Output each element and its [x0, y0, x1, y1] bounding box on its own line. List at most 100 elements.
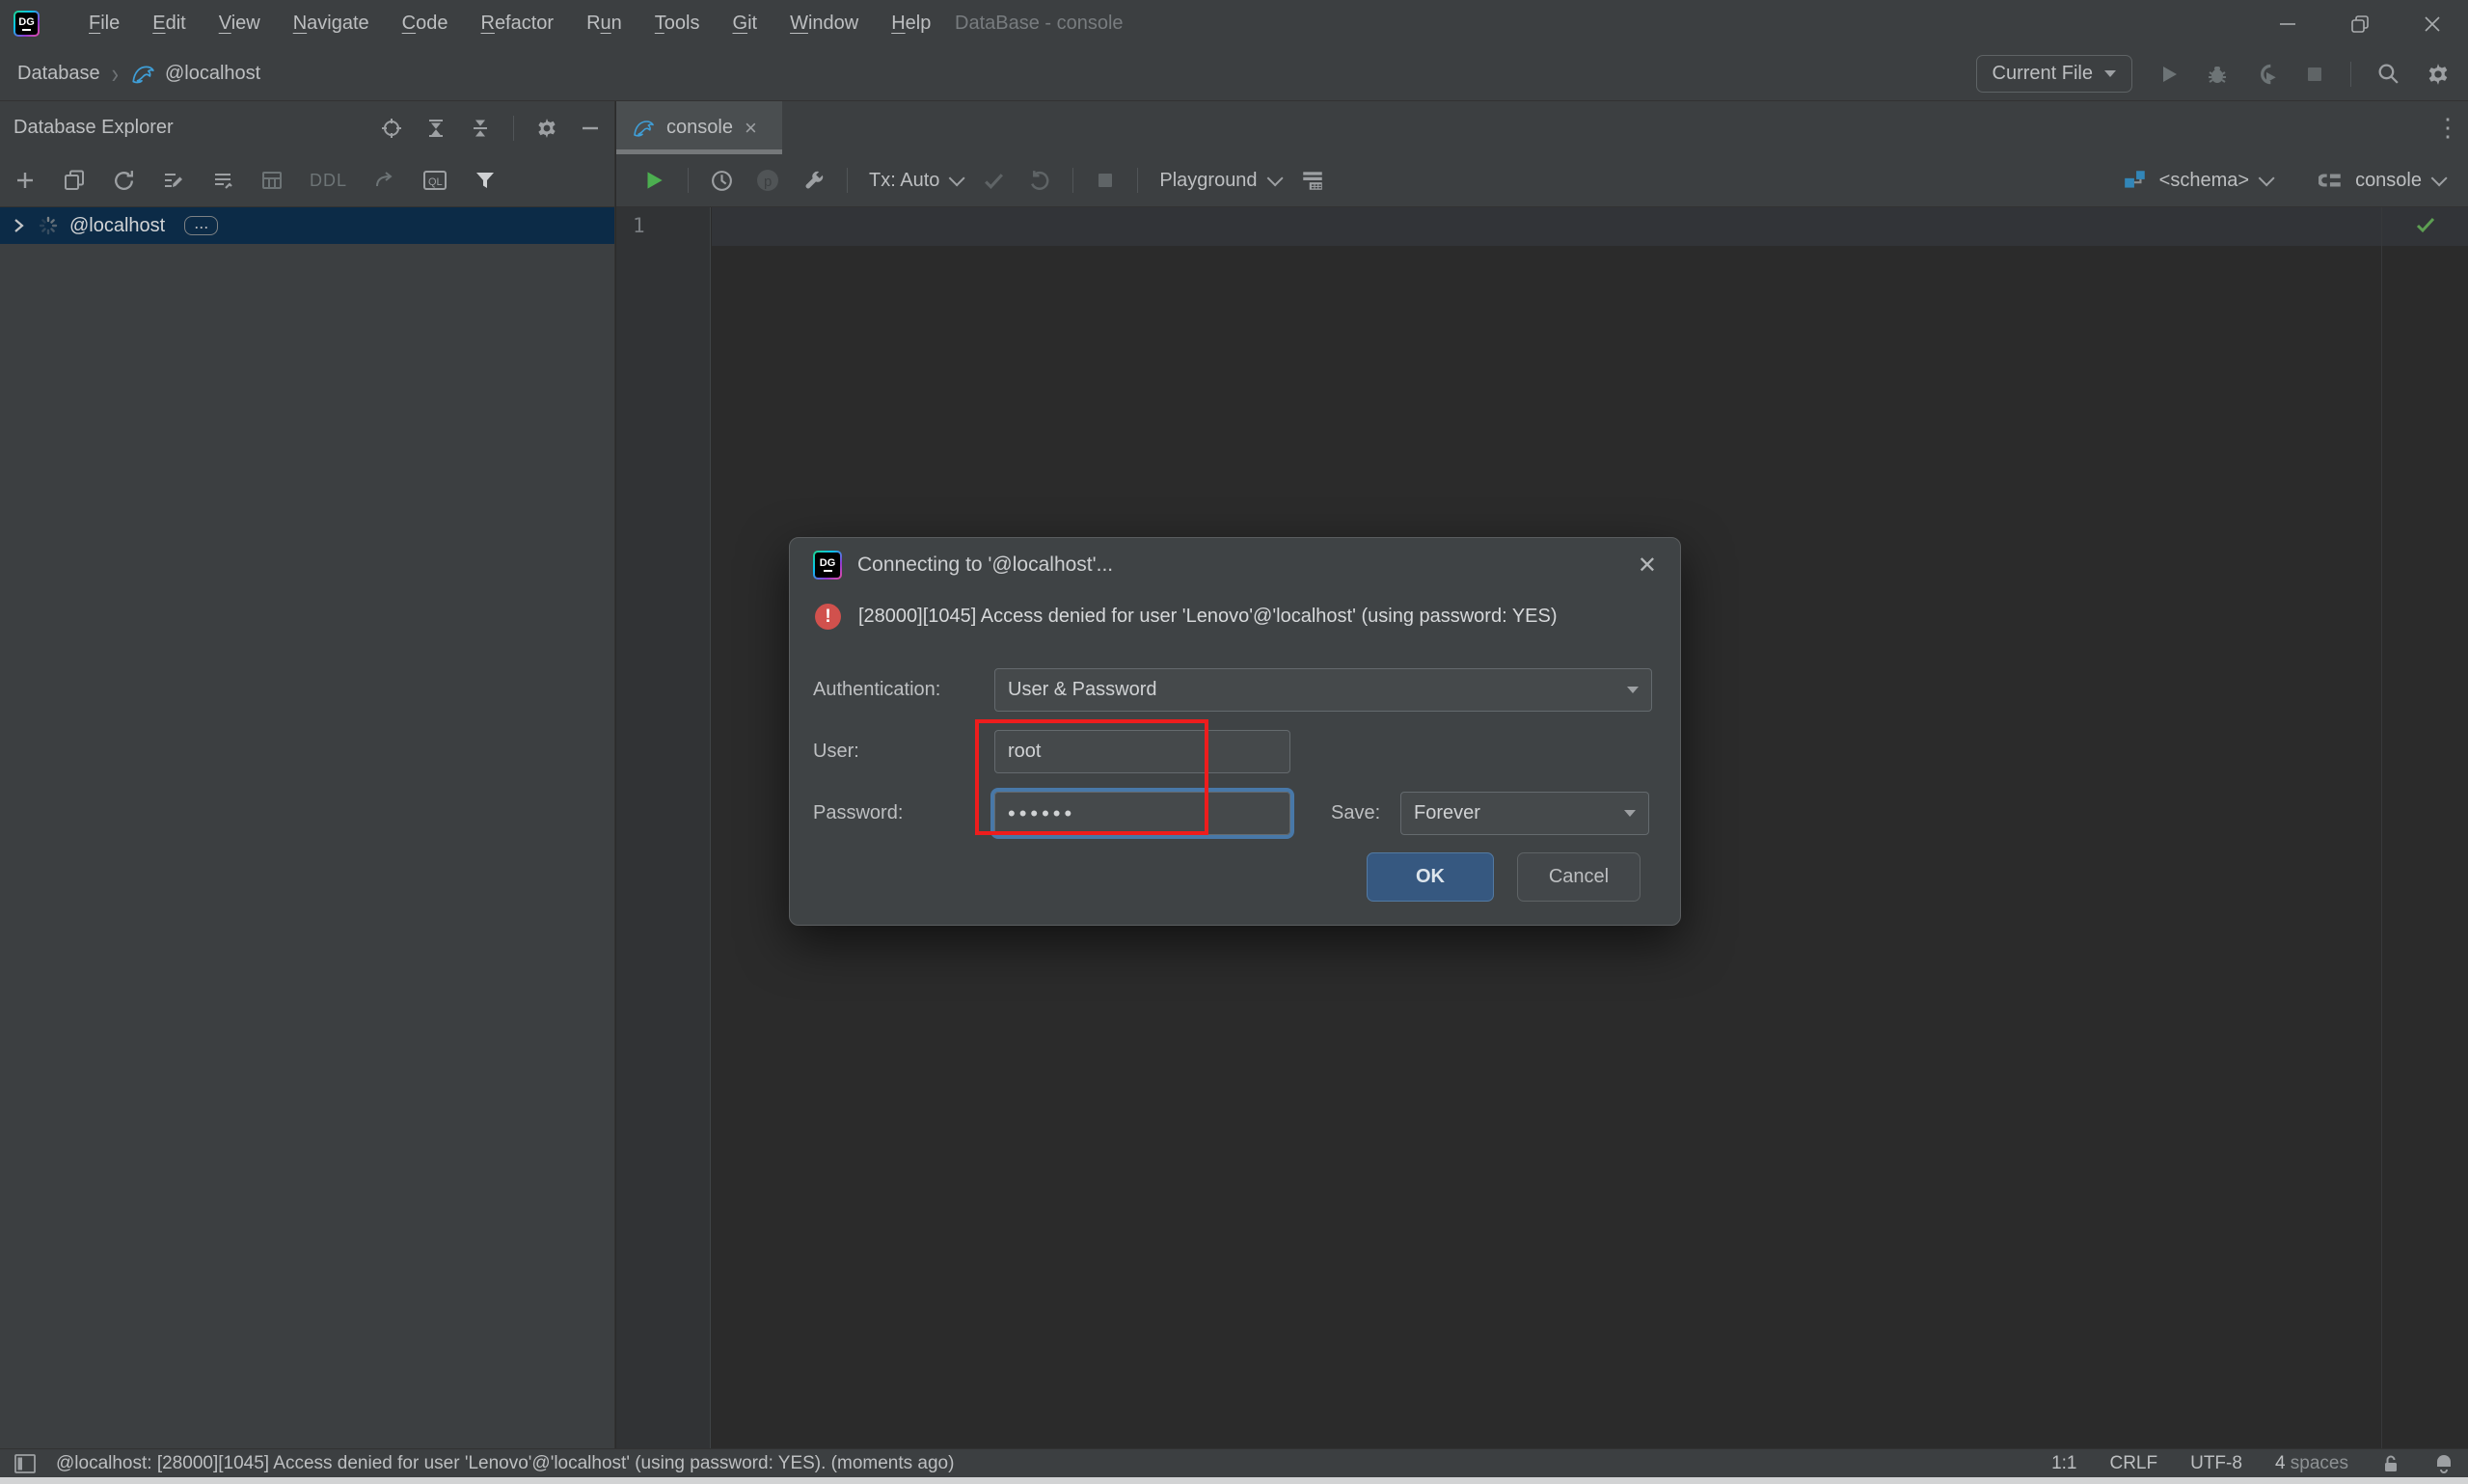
indent-unit: spaces [2291, 1453, 2348, 1473]
line-separator-widget[interactable]: CRLF [2109, 1453, 2157, 1474]
status-message[interactable]: @localhost: [28000][1045] Access denied … [56, 1453, 954, 1474]
restore-icon[interactable] [2323, 0, 2396, 47]
submit-changes-icon[interactable] [211, 169, 234, 192]
indent-widget[interactable]: 4 spaces [2275, 1453, 2348, 1474]
menu-file[interactable]: File [72, 7, 136, 40]
history-clock-icon[interactable] [710, 169, 734, 193]
debug-bug-icon[interactable] [2206, 63, 2229, 86]
query-console-icon[interactable]: QL [422, 169, 447, 192]
toolbar-separator [688, 168, 689, 193]
execute-icon[interactable] [641, 168, 666, 193]
tree-item-localhost[interactable]: @localhost ... [0, 207, 614, 244]
toolbar-separator [847, 168, 848, 193]
tab-options-kebab-icon[interactable]: ⋮ [2435, 101, 2460, 154]
commit-icon [982, 169, 1006, 193]
caret-position-widget[interactable]: 1:1 [2051, 1453, 2076, 1474]
explorer-header: Database Explorer [0, 101, 614, 154]
chevron-down-icon [1266, 170, 1283, 186]
menu-view[interactable]: View [203, 7, 277, 40]
cancel-button[interactable]: Cancel [1517, 852, 1641, 902]
explorer-toolbar: DDL QL [0, 154, 614, 207]
locate-object-icon[interactable] [380, 117, 403, 140]
save-select[interactable]: Forever [1400, 792, 1649, 835]
menu-git[interactable]: Git [717, 7, 774, 40]
collapse-all-icon[interactable] [469, 117, 492, 140]
refresh-icon[interactable] [112, 169, 136, 193]
close-tab-icon[interactable]: × [745, 116, 757, 141]
run-with-coverage-icon[interactable] [2254, 62, 2279, 87]
menu-run[interactable]: Run [570, 7, 638, 40]
run-configuration-label: Current File [1993, 63, 2093, 85]
run-icon[interactable] [2157, 63, 2181, 86]
new-item-icon[interactable] [14, 169, 37, 192]
tab-console[interactable]: console × [616, 101, 782, 154]
toolbar-separator [1137, 168, 1138, 193]
chevron-down-icon [2104, 70, 2116, 77]
line-number: 1 [633, 214, 645, 237]
svg-text:p: p [764, 174, 772, 190]
editor-gutter: 1 [616, 207, 711, 1448]
ok-button[interactable]: OK [1367, 852, 1494, 902]
menu-help[interactable]: Help [875, 7, 947, 40]
menu-code[interactable]: Code [386, 7, 465, 40]
explorer-settings-gear-icon[interactable] [535, 117, 558, 140]
menu-edit[interactable]: Edit [136, 7, 202, 40]
filter-icon[interactable] [474, 169, 497, 192]
close-window-icon[interactable] [2396, 0, 2468, 47]
menu-refactor[interactable]: Refactor [464, 7, 570, 40]
schema-select[interactable]: <schema> [2159, 170, 2270, 192]
right-margin-guide [2381, 207, 2382, 1448]
playground-select[interactable]: Playground [1159, 170, 1278, 192]
run-configuration-select[interactable]: Current File [1976, 55, 2132, 93]
menu-navigate[interactable]: Navigate [277, 7, 386, 40]
minimize-icon[interactable] [2251, 0, 2323, 47]
save-value: Forever [1414, 802, 1480, 824]
output-layout-icon[interactable] [1300, 168, 1325, 193]
indent-size: 4 [2275, 1453, 2286, 1473]
toolbar-separator [513, 116, 514, 141]
window-title: DataBase - console [955, 0, 1124, 47]
tree-item-label: @localhost [69, 215, 165, 237]
session-console-icon [2319, 168, 2344, 193]
modify-object-icon[interactable] [162, 169, 185, 192]
database-explorer-panel: Database Explorer [0, 101, 615, 1448]
hide-panel-icon[interactable] [580, 118, 601, 139]
settings-gear-icon[interactable] [2426, 62, 2451, 87]
chevron-right-icon[interactable] [10, 217, 27, 234]
datagrip-logo-icon: DG [14, 11, 40, 37]
tool-window-layout-icon[interactable] [14, 1453, 37, 1474]
dialog-close-icon[interactable]: ✕ [1638, 552, 1657, 580]
session-select[interactable]: console [2355, 170, 2443, 192]
toolbar-separator [1072, 168, 1073, 193]
window-controls [2251, 0, 2468, 47]
menu-window[interactable]: Window [773, 7, 875, 40]
active-tab-underline [616, 149, 782, 154]
jump-to-console-icon [373, 169, 396, 192]
chevron-down-icon [1627, 687, 1639, 693]
table-view-icon [260, 169, 284, 192]
title-bar: DG FileEditViewNavigateCodeRefactorRunTo… [0, 0, 2468, 47]
dialog-header[interactable]: DG Connecting to '@localhost'... ✕ [790, 538, 1680, 592]
mysql-dolphin-icon [632, 117, 655, 140]
error-message: [28000][1045] Access denied for user 'Le… [858, 606, 1558, 628]
breadcrumb-database[interactable]: Database [17, 63, 100, 85]
rollback-icon [1027, 169, 1051, 193]
breadcrumb-localhost[interactable]: @localhost [165, 63, 260, 85]
connection-progress-badge: ... [184, 216, 218, 235]
menu-tools[interactable]: Tools [638, 7, 717, 40]
encoding-widget[interactable]: UTF-8 [2190, 1453, 2242, 1474]
chevron-down-icon [2431, 170, 2448, 186]
notifications-icon[interactable] [2433, 1453, 2454, 1474]
unlock-icon[interactable] [2381, 1453, 2400, 1474]
inspections-ok-icon[interactable] [2414, 213, 2437, 236]
duplicate-icon[interactable] [63, 169, 86, 192]
authentication-select[interactable]: User & Password [994, 668, 1652, 712]
datagrip-window: DG FileEditViewNavigateCodeRefactorRunTo… [0, 0, 2468, 1484]
console-toolbar: p Tx: Auto [616, 154, 2468, 207]
expand-all-icon[interactable] [424, 117, 447, 140]
stop-icon[interactable] [2304, 64, 2325, 85]
search-everywhere-icon[interactable] [2376, 62, 2400, 86]
tx-mode-select[interactable]: Tx: Auto [869, 170, 961, 192]
taskbar-edge [0, 1477, 2468, 1484]
wrench-settings-icon[interactable] [801, 169, 826, 193]
